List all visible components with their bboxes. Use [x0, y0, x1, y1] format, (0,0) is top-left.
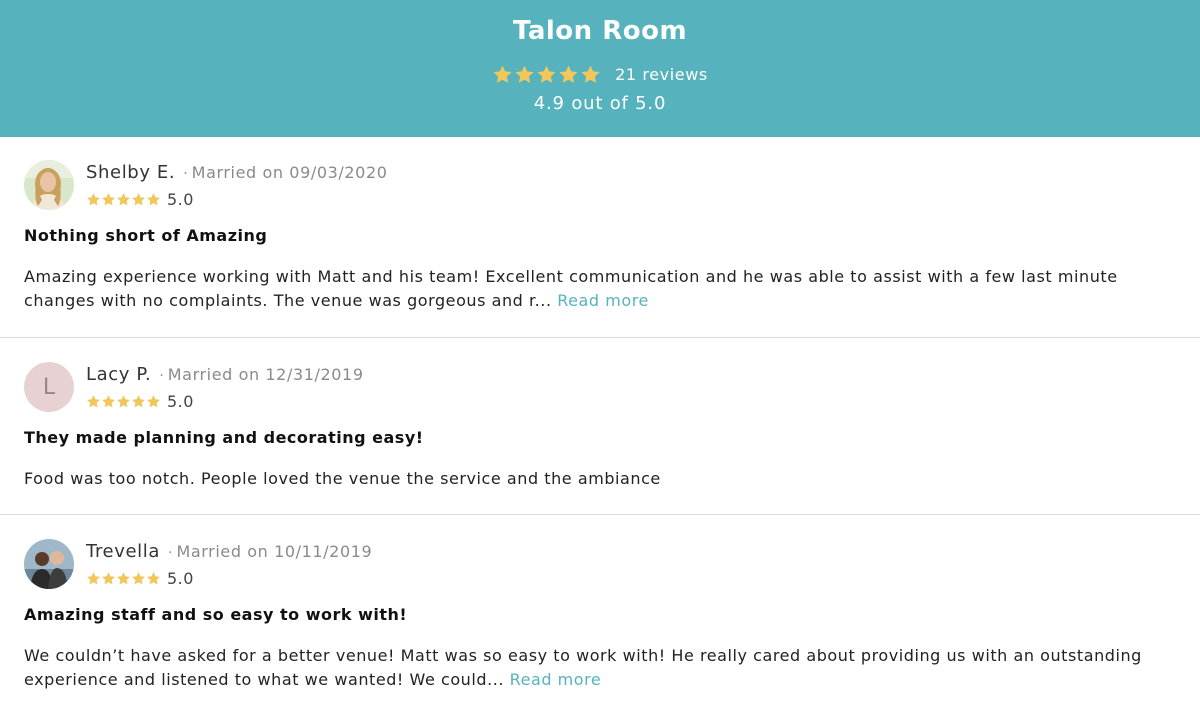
separator-dot: · [168, 545, 173, 561]
star-icon [87, 193, 100, 206]
review-card: Shelby E. · Married on 09/03/2020 5.0 No… [0, 137, 1200, 338]
venue-title: Talon Room [512, 16, 688, 46]
review-score: 5.0 [86, 569, 194, 588]
star-icon [147, 572, 160, 585]
star-icon [87, 572, 100, 585]
reviewer-name: Trevella [86, 541, 160, 562]
avatar [24, 160, 74, 210]
married-date: Married on 09/03/2020 [191, 163, 388, 182]
venue-header: Talon Room 21 reviews 4.9 out of 5.0 [0, 0, 1200, 137]
star-icon [87, 395, 100, 408]
review-body: Food was too notch. People loved the ven… [24, 467, 1174, 491]
read-more-link[interactable]: Read more [557, 291, 649, 310]
review-text: Food was too notch. People loved the ven… [24, 469, 661, 488]
review-body: Amazing experience working with Matt and… [24, 265, 1174, 313]
reviews-count[interactable]: 21 reviews [615, 65, 708, 84]
star-icon [537, 65, 556, 83]
review-score: 5.0 [86, 190, 194, 209]
review-title: Nothing short of Amazing [24, 226, 268, 245]
reviewer-line: Lacy P. · Married on 12/31/2019 [86, 364, 364, 385]
user-photo-icon [24, 160, 74, 210]
reviewer-line: Trevella · Married on 10/11/2019 [86, 541, 372, 562]
avatar-initial: L [42, 374, 56, 400]
avatar [24, 539, 74, 589]
review-title: They made planning and decorating easy! [24, 428, 424, 447]
star-icon [132, 193, 145, 206]
avatar: L [24, 362, 74, 412]
star-icon [102, 395, 115, 408]
married-date: Married on 12/31/2019 [167, 365, 364, 384]
user-photo-icon [24, 539, 74, 589]
venue-rating-row: 21 reviews [0, 61, 1200, 87]
married-date: Married on 10/11/2019 [176, 542, 373, 561]
star-icon [132, 395, 145, 408]
star-icon [493, 65, 512, 83]
review-score-value: 5.0 [167, 392, 194, 411]
separator-dot: · [183, 166, 188, 182]
reviewer-name: Shelby E. [86, 162, 176, 183]
review-card: L Lacy P. · Married on 12/31/2019 5.0 Th… [0, 338, 1200, 515]
star-icon [117, 572, 130, 585]
review-score-value: 5.0 [167, 569, 194, 588]
star-icon [147, 395, 160, 408]
review-body: We couldn’t have asked for a better venu… [24, 644, 1174, 692]
review-stars [86, 192, 161, 207]
star-icon [147, 193, 160, 206]
star-icon [117, 193, 130, 206]
star-icon [581, 65, 600, 83]
star-icon [102, 572, 115, 585]
review-title: Amazing staff and so easy to work with! [24, 605, 408, 624]
read-more-link[interactable]: Read more [510, 670, 602, 689]
star-icon [559, 65, 578, 83]
star-icon [102, 193, 115, 206]
review-card: Trevella · Married on 10/11/2019 5.0 Ama… [0, 515, 1200, 708]
review-score: 5.0 [86, 392, 194, 411]
review-score-value: 5.0 [167, 190, 194, 209]
star-icon [515, 65, 534, 83]
star-icon [132, 572, 145, 585]
venue-stars [492, 64, 601, 85]
average-rating: 4.9 out of 5.0 [533, 93, 667, 114]
separator-dot: · [159, 368, 164, 384]
review-stars [86, 571, 161, 586]
star-icon [117, 395, 130, 408]
reviewer-line: Shelby E. · Married on 09/03/2020 [86, 162, 388, 183]
reviewer-name: Lacy P. [86, 364, 152, 385]
review-stars [86, 394, 161, 409]
